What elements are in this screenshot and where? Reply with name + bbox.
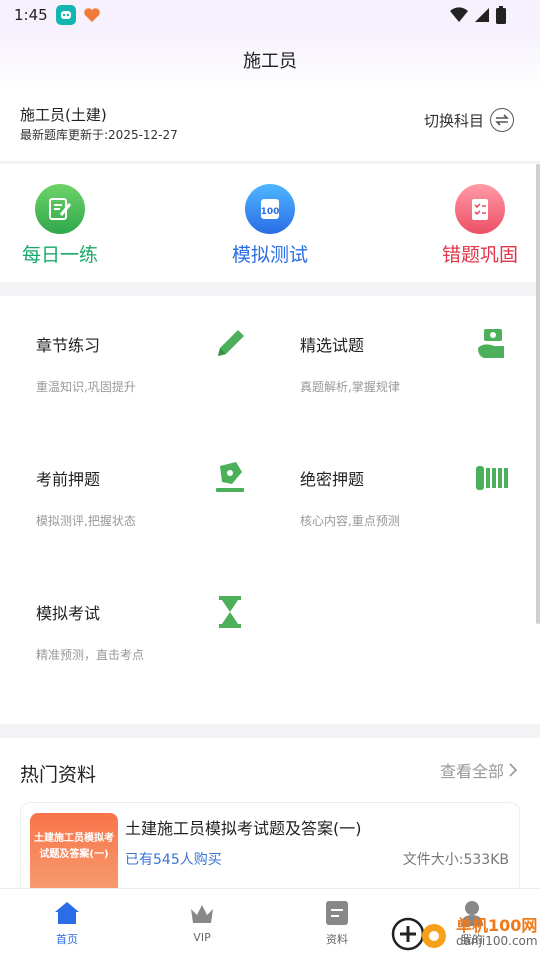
mock-exam-card[interactable]: 模拟考试 精准预测，直击考点 xyxy=(36,564,286,684)
card-title: 考前押题 xyxy=(36,470,101,489)
wifi-icon xyxy=(450,7,468,23)
subject-name: 施工员(土建) xyxy=(20,106,107,124)
pre-exam-card[interactable]: 考前押题 模拟测评,把握状态 xyxy=(36,430,286,550)
watermark-url: danji100.com xyxy=(456,934,538,948)
card-subtitle: 重温知识,巩固提升 xyxy=(36,380,136,394)
wrong-questions-label: 错题巩固 xyxy=(441,244,518,266)
crown-icon xyxy=(162,899,242,927)
card-subtitle: 真题解析,掌握规律 xyxy=(300,380,400,394)
chevron-right-icon xyxy=(509,763,518,777)
material-buyers: 已有545人购买 xyxy=(125,852,222,868)
app-notification-icon xyxy=(55,5,76,25)
switch-arrows-icon xyxy=(490,108,514,132)
heart-notification-icon xyxy=(82,5,102,25)
mock-test-icon: 100 xyxy=(245,184,295,234)
card-title: 章节练习 xyxy=(36,336,101,355)
signal-icon xyxy=(475,8,489,22)
status-icons xyxy=(450,6,506,24)
watermark-text: 单机100网 xyxy=(456,916,538,935)
wrong-questions-button[interactable]: 错题巩固 xyxy=(420,184,540,267)
title-bar: 施工员 xyxy=(0,30,540,90)
card-subtitle: 精准预测，直击考点 xyxy=(36,648,145,662)
chapter-practice-card[interactable]: 章节练习 重温知识,巩固提升 xyxy=(36,296,286,416)
daily-practice-icon xyxy=(35,184,85,234)
nav-home[interactable]: 首页 xyxy=(27,899,107,947)
daily-practice-label: 每日一练 xyxy=(21,244,98,266)
scroll-icon xyxy=(476,466,508,490)
feature-grid: 章节练习 重温知识,巩固提升 精选试题 真题解析,掌握规律 考前押题 模拟测评,… xyxy=(0,296,540,724)
subject-bar: 施工员(土建) 最新题库更新于:2025-12-27 切换科目 xyxy=(0,90,540,162)
material-card[interactable]: 土建施工员模拟考试题及答案(一) 土建施工员模拟考试题及答案(一) 已有545人… xyxy=(20,802,520,902)
selected-questions-card[interactable]: 精选试题 真题解析,掌握规律 xyxy=(300,296,540,416)
battery-icon xyxy=(496,6,506,24)
hourglass-icon xyxy=(219,596,241,628)
secret-predict-card[interactable]: 绝密押题 核心内容,重点预测 xyxy=(300,430,540,550)
card-subtitle: 核心内容,重点预测 xyxy=(300,514,400,528)
card-subtitle: 模拟测评,把握状态 xyxy=(36,514,136,528)
status-time: 1:45 xyxy=(14,6,48,24)
nav-vip[interactable]: VIP xyxy=(162,899,242,944)
material-name: 土建施工员模拟考试题及答案(一) xyxy=(125,819,362,838)
nav-label: 首页 xyxy=(56,933,78,946)
mock-test-button[interactable]: 100 模拟测试 xyxy=(210,184,330,267)
view-all-link[interactable]: 查看全部 xyxy=(440,758,518,782)
document-icon xyxy=(297,899,377,927)
card-title: 绝密押题 xyxy=(300,470,365,489)
card-title: 精选试题 xyxy=(300,336,365,355)
watermark-logo-icon xyxy=(391,917,446,951)
money-hand-icon xyxy=(478,329,504,358)
view-all-label: 查看全部 xyxy=(439,762,504,781)
page-title: 施工员 xyxy=(243,51,297,72)
nav-materials[interactable]: 资料 xyxy=(297,899,377,947)
site-watermark: 单机100网 danji100.com xyxy=(390,914,540,954)
scrollbar[interactable] xyxy=(536,164,540,624)
bank-update-text: 最新题库更新于:2025-12-27 xyxy=(20,128,178,142)
wrong-questions-icon xyxy=(455,184,505,234)
nav-label: 资料 xyxy=(326,933,348,946)
switch-subject-button[interactable]: 切换科目 xyxy=(424,108,514,132)
material-size: 文件大小:533KB xyxy=(402,852,509,868)
pencil-icon xyxy=(218,330,244,356)
pen-nib-icon xyxy=(216,462,244,492)
status-bar: 1:45 xyxy=(0,0,540,30)
hot-materials-section: 热门资料 查看全部 土建施工员模拟考试题及答案(一) 土建施工员模拟考试题及答案… xyxy=(0,738,540,902)
card-title: 模拟考试 xyxy=(36,604,101,623)
switch-subject-label: 切换科目 xyxy=(423,111,484,130)
home-icon xyxy=(27,899,107,927)
section-title: 热门资料 xyxy=(20,764,97,786)
quick-actions: 每日一练 100 模拟测试 错题巩固 xyxy=(0,164,540,282)
mock-test-label: 模拟测试 xyxy=(231,244,308,266)
svg-text:100: 100 xyxy=(261,207,280,217)
nav-label: VIP xyxy=(193,931,211,944)
daily-practice-button[interactable]: 每日一练 xyxy=(0,184,120,267)
